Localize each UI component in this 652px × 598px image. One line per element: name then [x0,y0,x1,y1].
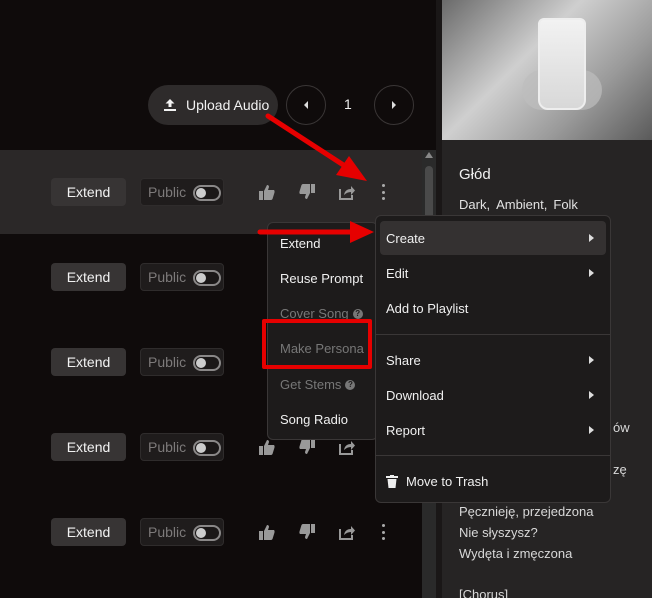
get-stems-label: Get Stems [280,377,342,392]
toggle-switch[interactable] [193,185,221,201]
share-icon[interactable] [337,437,357,457]
public-toggle[interactable]: Public [140,178,224,206]
extend-button[interactable]: Extend [51,178,126,206]
lyric-fragment: ów [613,420,630,435]
extend-button[interactable]: Extend [51,433,126,461]
menu-item-create[interactable]: Create [380,221,606,255]
public-toggle[interactable]: Public [140,518,224,546]
move-to-trash-label: Move to Trash [406,473,489,489]
chevron-right-icon [589,356,594,364]
trash-icon [386,474,398,488]
thumbs-up-icon[interactable] [257,182,277,202]
help-icon[interactable]: ? [352,308,363,319]
chevron-right-icon [589,269,594,277]
thumbs-up-icon[interactable] [257,522,277,542]
upload-icon [164,99,176,111]
more-options-icon[interactable] [378,524,388,540]
thumbs-down-icon[interactable] [297,437,317,457]
submenu-item-reuse-prompt[interactable]: Reuse Prompt [280,271,363,286]
song-cover-image [442,0,652,140]
menu-item-download[interactable]: Download [380,378,606,412]
lyric-line: [Chorus] [459,587,509,598]
menu-item-edit[interactable]: Edit [380,256,606,290]
public-toggle[interactable]: Public [140,433,224,461]
public-toggle[interactable]: Public [140,348,224,376]
chevron-right-icon [589,426,594,434]
menu-separator [376,334,610,335]
tag[interactable]: Dark, [459,197,490,212]
thumbs-up-icon[interactable] [257,437,277,457]
next-page-button[interactable] [374,85,414,125]
submenu-item-get-stems[interactable]: Get Stems ? [280,377,356,392]
toggle-switch[interactable] [193,270,221,286]
song-tags: Dark, Ambient, Folk [459,197,578,212]
toggle-switch[interactable] [193,355,221,371]
more-options-icon[interactable] [378,184,388,200]
chevron-right-icon [589,234,594,242]
menu-item-report[interactable]: Report [380,413,606,447]
song-title: Głód [459,166,491,183]
menu-item-share[interactable]: Share [380,343,606,377]
extend-button[interactable]: Extend [51,263,126,291]
download-label: Download [386,387,444,403]
public-label: Public [148,439,187,455]
song-row[interactable]: Extend Public [0,490,422,574]
thumbs-down-icon[interactable] [297,522,317,542]
previous-page-button[interactable] [286,85,326,125]
page-number: 1 [344,96,352,112]
lyric-line: Nie słyszysz? [459,525,538,540]
edit-label: Edit [386,265,409,281]
share-label: Share [386,352,421,368]
thumbs-down-icon[interactable] [297,182,317,202]
extend-button[interactable]: Extend [51,518,126,546]
share-icon[interactable] [337,522,357,542]
lyric-line: Pęcznieję, przejedzona [459,504,594,519]
tag[interactable]: Folk [553,197,578,212]
menu-separator [376,455,610,456]
submenu-item-extend[interactable]: Extend [280,236,320,251]
public-label: Public [148,354,187,370]
chevron-right-icon [589,391,594,399]
chevron-right-icon [392,101,396,109]
public-label: Public [148,184,187,200]
upload-audio-label: Upload Audio [186,97,270,113]
scroll-up-icon[interactable] [425,152,433,158]
public-label: Public [148,269,187,285]
public-label: Public [148,524,187,540]
toggle-switch[interactable] [193,440,221,456]
extend-button[interactable]: Extend [51,348,126,376]
upload-audio-button[interactable]: Upload Audio [148,85,278,125]
create-label: Create [386,230,426,246]
submenu-item-song-radio[interactable]: Song Radio [280,412,348,427]
cover-glass-shape [538,18,586,110]
tag[interactable]: Ambient, [496,197,547,212]
public-toggle[interactable]: Public [140,263,224,291]
menu-item-move-to-trash[interactable]: Move to Trash [380,464,606,498]
annotation-highlight-box [262,319,372,369]
chevron-left-icon [304,101,308,109]
help-icon[interactable]: ? [345,379,356,390]
share-icon[interactable] [337,182,357,202]
report-label: Report [386,422,426,438]
lyric-line: Wydęta i zmęczona [459,546,573,561]
toggle-switch[interactable] [193,525,221,541]
add-to-playlist-label: Add to Playlist [386,300,469,316]
lyric-fragment: zę [613,462,627,477]
menu-item-add-to-playlist[interactable]: Add to Playlist [380,291,606,325]
context-menu: Create Edit Add to Playlist Share Downlo… [375,215,611,503]
